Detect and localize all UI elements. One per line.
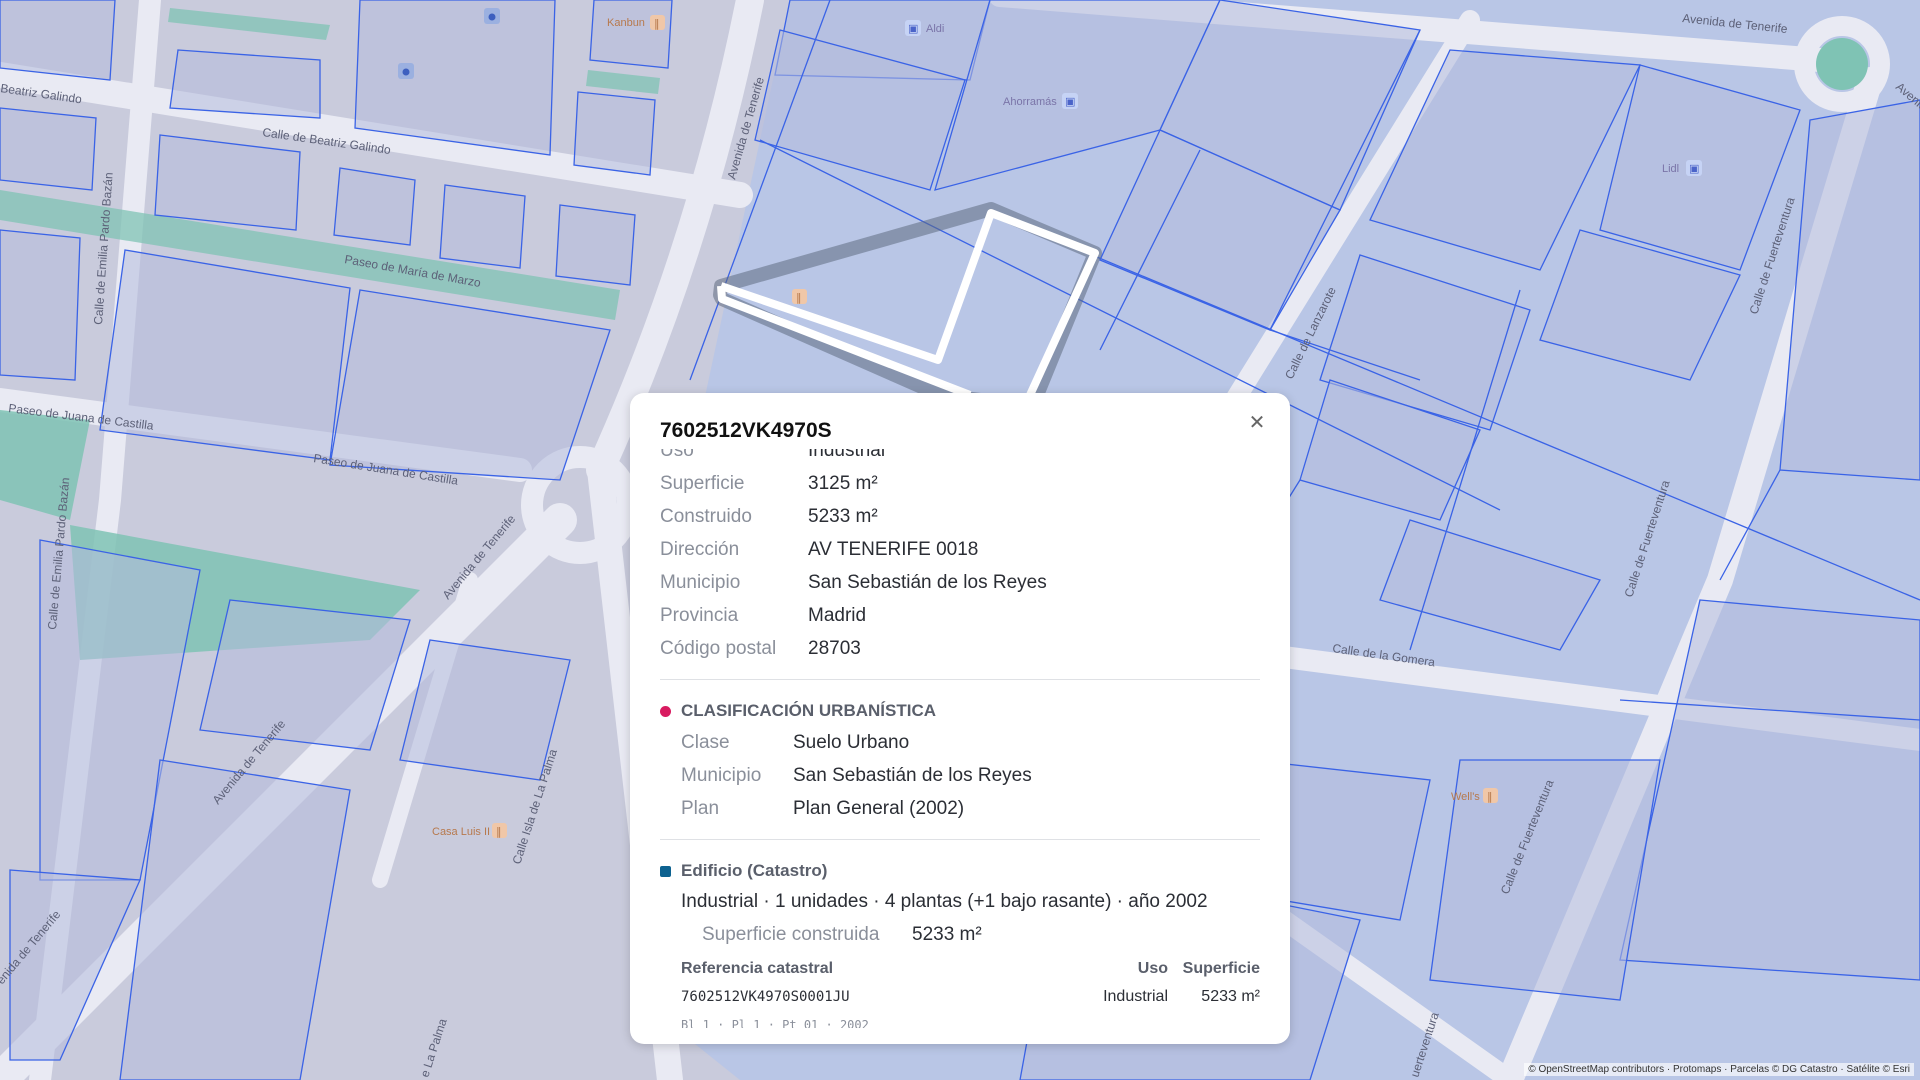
- field-row: Municipio San Sebastián de los Reyes: [660, 566, 1260, 599]
- field-row: Construido 5233 m²: [660, 500, 1260, 533]
- field-label: Código postal: [660, 638, 777, 659]
- water-icon: [484, 8, 500, 24]
- field-row: Dirección AV TENERIFE 0018: [660, 533, 1260, 566]
- field-value: Madrid: [808, 605, 867, 626]
- parcel-info-popup: 7602512VK4970S ✕ Uso Industrial Superfic…: [630, 393, 1290, 1044]
- field-value: Suelo Urbano: [793, 732, 910, 753]
- column-header: Uso: [1137, 960, 1168, 977]
- shopping-cart-icon: ▣: [1062, 93, 1078, 109]
- field-label: Municipio: [660, 572, 741, 593]
- field-row: Clase Suelo Urbano: [681, 726, 1260, 759]
- section-title: Edificio (Catastro): [681, 861, 828, 880]
- field-value: 28703: [808, 638, 861, 659]
- field-label: Superficie: [660, 473, 745, 494]
- section-divider: [660, 839, 1260, 840]
- urban-dot-icon: [660, 705, 671, 717]
- roundabout-east-center: [1816, 38, 1868, 90]
- field-label: Provincia: [660, 605, 739, 626]
- section-title: CLASIFICACIÓN URBANÍSTICA: [681, 701, 936, 720]
- column-header: Superficie: [1182, 960, 1260, 977]
- restaurant-icon: ‖: [792, 289, 807, 304]
- field-value: Plan General (2002): [793, 798, 965, 819]
- svg-text:▣: ▣: [908, 22, 918, 35]
- building-summary: Industrial · 1 unidades · 4 plantas (+1 …: [681, 891, 1208, 912]
- unit-use: Industrial: [1103, 988, 1168, 1005]
- water-icon: [398, 63, 414, 79]
- restaurant-icon: ‖: [1483, 788, 1498, 803]
- field-row: Superficie 3125 m²: [660, 467, 1260, 500]
- close-icon[interactable]: ✕: [1244, 409, 1270, 435]
- field-row: Código postal 28703: [660, 632, 1260, 665]
- unit-reference: 7602512VK4970S0001JU: [681, 989, 850, 1005]
- restaurant-icon: ‖: [650, 15, 665, 30]
- svg-text:▣: ▣: [1065, 95, 1075, 108]
- poi-label: Kanbun: [607, 17, 645, 29]
- unit-detail: Bl 1 · Pl 1 · Pt 01 · 2002: [681, 1018, 869, 1028]
- units-table-header: Referencia catastral Uso Superficie: [660, 955, 1260, 983]
- field-value: 5233 m²: [808, 506, 878, 527]
- section-divider: [660, 679, 1260, 680]
- field-value: San Sebastián de los Reyes: [808, 572, 1047, 593]
- poi-label: Well's: [1451, 791, 1480, 803]
- column-header: Referencia catastral: [681, 960, 834, 977]
- field-row: Plan Plan General (2002): [681, 792, 1260, 825]
- table-row: 7602512VK4970S0001JU Industrial 5233 m²: [660, 983, 1260, 1011]
- unit-surface: 5233 m²: [1201, 988, 1260, 1005]
- svg-text:‖: ‖: [496, 825, 502, 838]
- field-label: Plan: [681, 798, 720, 819]
- svg-text:‖: ‖: [654, 17, 660, 30]
- field-label: Uso: [660, 449, 694, 461]
- map-attribution: © OpenStreetMap contributors · Protomaps…: [1524, 1063, 1914, 1076]
- field-label: Municipio: [681, 765, 762, 786]
- field-value: 5233 m²: [912, 924, 982, 945]
- svg-text:▣: ▣: [1689, 162, 1699, 175]
- parcel-reference-title: 7602512VK4970S: [660, 419, 832, 442]
- poi-label: Aldi: [926, 23, 944, 35]
- restaurant-icon: ‖: [492, 823, 507, 838]
- field-value: AV TENERIFE 0018: [808, 539, 979, 560]
- popup-scroll-area[interactable]: Uso Industrial Superficie 3125 m² Constr…: [660, 449, 1260, 1028]
- poi-label: Casa Luis II: [432, 826, 490, 838]
- field-label: Construido: [660, 506, 752, 527]
- building-heading: Edificio (Catastro): [660, 856, 1260, 886]
- table-row-detail: Bl 1 · Pl 1 · Pt 01 · 2002: [660, 1011, 1260, 1028]
- svg-text:‖: ‖: [1487, 790, 1493, 803]
- field-row: Municipio San Sebastián de los Reyes: [681, 759, 1260, 792]
- field-row: Provincia Madrid: [660, 599, 1260, 632]
- field-value: San Sebastián de los Reyes: [793, 765, 1032, 786]
- field-row: Uso Industrial: [660, 449, 1260, 467]
- urban-classification-rows: Clase Suelo Urbano Municipio San Sebasti…: [660, 726, 1260, 825]
- poi-label: Lidl: [1662, 163, 1679, 175]
- field-label: Clase: [681, 732, 730, 753]
- urban-classification-heading: CLASIFICACIÓN URBANÍSTICA: [660, 696, 1260, 726]
- shopping-cart-icon: ▣: [905, 20, 921, 36]
- building-surface-row: Superficie construida 5233 m²: [660, 918, 1260, 951]
- building-dot-icon: [660, 865, 671, 877]
- field-label: Dirección: [660, 539, 740, 560]
- svg-text:‖: ‖: [796, 291, 802, 304]
- poi-label: Ahorramás: [1003, 96, 1057, 108]
- field-value: 3125 m²: [808, 473, 878, 494]
- field-value: Industrial: [808, 449, 886, 461]
- field-label: Superficie construida: [702, 924, 880, 945]
- shopping-cart-icon: ▣: [1686, 160, 1702, 176]
